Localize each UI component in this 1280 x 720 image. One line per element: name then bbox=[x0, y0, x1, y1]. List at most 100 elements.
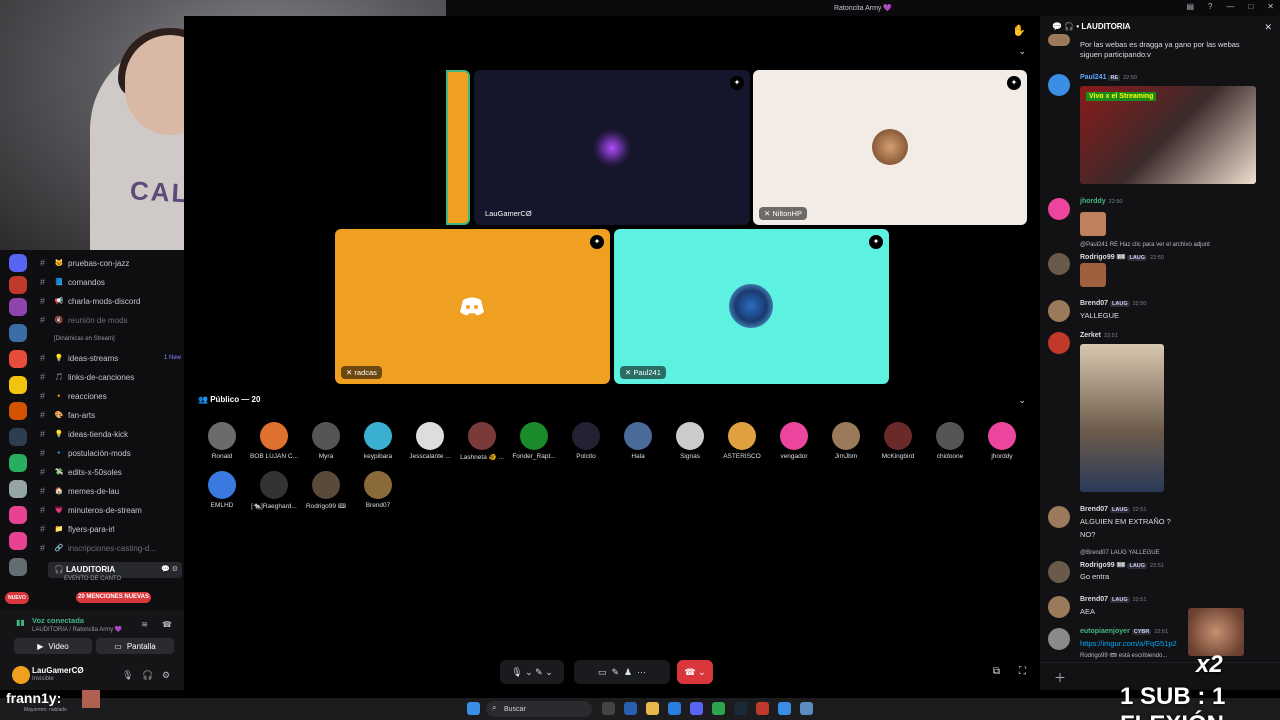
mute-toggle[interactable]: 🎙 ⌄ ✎ ⌄ bbox=[500, 660, 564, 684]
audience-member[interactable]: JimJbm bbox=[820, 422, 872, 460]
user-avatar[interactable] bbox=[12, 666, 30, 684]
chat-avatar[interactable] bbox=[1048, 332, 1070, 354]
channel-actions-icon[interactable]: 💬 ⚙ bbox=[161, 565, 178, 573]
server-icon[interactable] bbox=[9, 428, 27, 446]
popout-icon[interactable]: ⧉ bbox=[993, 666, 1000, 677]
fullscreen-icon[interactable]: ⛶ bbox=[1019, 666, 1026, 677]
chat-username[interactable]: Zerket 22:51 bbox=[1080, 332, 1118, 339]
chat-username[interactable]: Brend07 LAUG 22:51 bbox=[1080, 506, 1146, 513]
server-icon[interactable] bbox=[9, 506, 27, 524]
chat-username[interactable]: Rodrigo99 🎟 LAUG 22:50 bbox=[1080, 253, 1164, 261]
chat-avatar[interactable] bbox=[1048, 253, 1070, 275]
audience-member[interactable]: chidoone bbox=[924, 422, 976, 460]
channel-item[interactable]: # 🎵 links-de-canciones bbox=[40, 369, 185, 385]
app-icon[interactable] bbox=[800, 702, 813, 715]
meme-image[interactable]: Vivo x el Streaming bbox=[1080, 86, 1256, 184]
chat-avatar[interactable] bbox=[1048, 34, 1070, 46]
collapse-audience-icon[interactable]: ⌄ bbox=[1018, 395, 1026, 406]
close-chat-icon[interactable]: ✕ bbox=[1264, 22, 1272, 33]
video-button[interactable]: ▶ Video bbox=[14, 638, 92, 654]
audience-member[interactable]: Myra bbox=[300, 422, 352, 460]
server-icon[interactable] bbox=[9, 376, 27, 394]
channel-item[interactable]: # 🔗 inscripciones-casting-d... bbox=[40, 540, 185, 556]
audience-member[interactable]: Signas bbox=[664, 422, 716, 460]
audience-member[interactable]: Polcito bbox=[560, 422, 612, 460]
channel-item[interactable]: # 🔹 postulación-mods bbox=[40, 445, 185, 461]
channel-item[interactable]: # 💸 edits-x-50soles bbox=[40, 464, 185, 480]
disconnect-icon[interactable]: ☎ bbox=[162, 620, 172, 629]
channel-item[interactable]: # 🔇 reunión de mods bbox=[40, 312, 185, 328]
raise-hand-icon[interactable]: ✋ bbox=[1012, 24, 1026, 37]
audience-member[interactable]: vengador bbox=[768, 422, 820, 460]
audience-member[interactable]: Fonder_Rapt... bbox=[508, 422, 560, 460]
audience-member[interactable]: ASTERISCO bbox=[716, 422, 768, 460]
audience-member[interactable]: BOB LUJAN C... bbox=[248, 422, 300, 460]
speaker-tile[interactable]: ✦ ✕ radcas bbox=[335, 229, 610, 384]
chat-avatar[interactable] bbox=[1048, 506, 1070, 528]
inbox-icon[interactable]: ▤ bbox=[1186, 2, 1194, 11]
chat-avatar[interactable] bbox=[1048, 74, 1070, 96]
audience-member[interactable]: Rodrigo99 🎟 bbox=[300, 471, 352, 510]
chat-username[interactable]: Paul241 RE 22:50 bbox=[1080, 74, 1137, 81]
leave-stage-button[interactable]: ☎ ⌄ bbox=[677, 660, 713, 684]
chat-avatar[interactable] bbox=[1048, 596, 1070, 618]
chevron-down-icon[interactable]: ⌄ bbox=[1018, 46, 1026, 57]
speaker-tile-partial[interactable] bbox=[446, 70, 470, 225]
audience-member[interactable]: McKingbird bbox=[872, 422, 924, 460]
whatsapp-icon[interactable] bbox=[712, 702, 725, 715]
explorer-icon[interactable] bbox=[646, 702, 659, 715]
audience-member[interactable]: EMLHD bbox=[196, 471, 248, 509]
taskview-icon[interactable] bbox=[602, 702, 615, 715]
close-button[interactable]: ✕ bbox=[1267, 2, 1274, 11]
mentions-badge[interactable]: 20 MENCIONES NUEVAS bbox=[76, 592, 151, 603]
audience-member[interactable]: Hala bbox=[612, 422, 664, 460]
channel-item[interactable]: # 🏠 memes-de-lau bbox=[40, 483, 185, 499]
windows-start-icon[interactable] bbox=[467, 702, 480, 715]
channel-item[interactable]: # 💡 ideas-tienda-kick bbox=[40, 426, 185, 442]
audience-member[interactable]: Brend07 bbox=[352, 471, 404, 509]
chat-username[interactable]: eutopiaenjoyer CYBR 22:51 bbox=[1080, 628, 1168, 635]
headphones-icon[interactable]: 🎧 bbox=[142, 670, 153, 681]
noise-icon[interactable]: ≋ bbox=[141, 620, 148, 629]
reply-preview[interactable]: @Brend07 LAUG YALLEGUE bbox=[1080, 550, 1160, 556]
discord-icon[interactable] bbox=[690, 702, 703, 715]
server-icon[interactable] bbox=[9, 454, 27, 472]
audience-member[interactable]: Ronald bbox=[196, 422, 248, 460]
server-icon[interactable] bbox=[9, 276, 27, 294]
chat-username[interactable]: Brend07 LAUG 22:51 bbox=[1080, 596, 1146, 603]
speaker-tile[interactable]: ✦ ✕ NiltonHP bbox=[753, 70, 1027, 225]
server-icon[interactable] bbox=[9, 402, 27, 420]
channel-item[interactable]: # 🐱 pruebas-con-jazz bbox=[40, 255, 185, 271]
taskbar-search[interactable]: ⌕ Buscar bbox=[486, 701, 592, 717]
screen-share-button[interactable]: ▭ Pantalla bbox=[96, 638, 174, 654]
chat-avatar[interactable] bbox=[1048, 300, 1070, 322]
speaker-tile[interactable]: ✦ ✕ Paul241 bbox=[614, 229, 889, 384]
server-icon[interactable] bbox=[9, 324, 27, 342]
chat-avatar[interactable] bbox=[1048, 561, 1070, 583]
activity-controls[interactable]: ▭ ✎ ♟ ··· bbox=[574, 660, 670, 684]
audience-member[interactable]: Jesscalante ... bbox=[404, 422, 456, 460]
help-icon[interactable]: ? bbox=[1208, 2, 1212, 11]
server-icon[interactable] bbox=[9, 254, 27, 272]
reply-preview[interactable]: @Paul241 RE Haz clic para ver el archivo… bbox=[1080, 242, 1210, 248]
server-icon[interactable] bbox=[9, 480, 27, 498]
channel-item[interactable]: # 🔸 reacciones bbox=[40, 388, 185, 404]
minimize-button[interactable]: — bbox=[1226, 2, 1234, 11]
chat-username[interactable]: Rodrigo99 🎟 LAUG 22:51 bbox=[1080, 561, 1164, 569]
chat-username[interactable]: jhorddy 22:50 bbox=[1080, 198, 1122, 205]
channel-item[interactable]: # 💡 ideas-streams 1 New bbox=[40, 350, 185, 366]
channel-category[interactable]: [Dinámicas en Stream] bbox=[40, 331, 185, 347]
maximize-button[interactable]: □ bbox=[1248, 2, 1253, 11]
server-icon[interactable] bbox=[9, 532, 27, 550]
channel-item[interactable]: # 📁 flyers-para-irl bbox=[40, 521, 185, 537]
chat-avatar[interactable] bbox=[1048, 628, 1070, 650]
chat-avatar[interactable] bbox=[1048, 198, 1070, 220]
mic-icon[interactable]: 🎙 bbox=[122, 670, 133, 681]
audience-member[interactable]: keypibara bbox=[352, 422, 404, 460]
chrome-icon[interactable] bbox=[668, 702, 681, 715]
new-badge[interactable]: NUEVO bbox=[5, 592, 29, 604]
steam-icon[interactable] bbox=[734, 702, 747, 715]
app-icon[interactable] bbox=[778, 702, 791, 715]
channel-item[interactable]: # 📘 comandos bbox=[40, 274, 185, 290]
app-icon[interactable] bbox=[756, 702, 769, 715]
